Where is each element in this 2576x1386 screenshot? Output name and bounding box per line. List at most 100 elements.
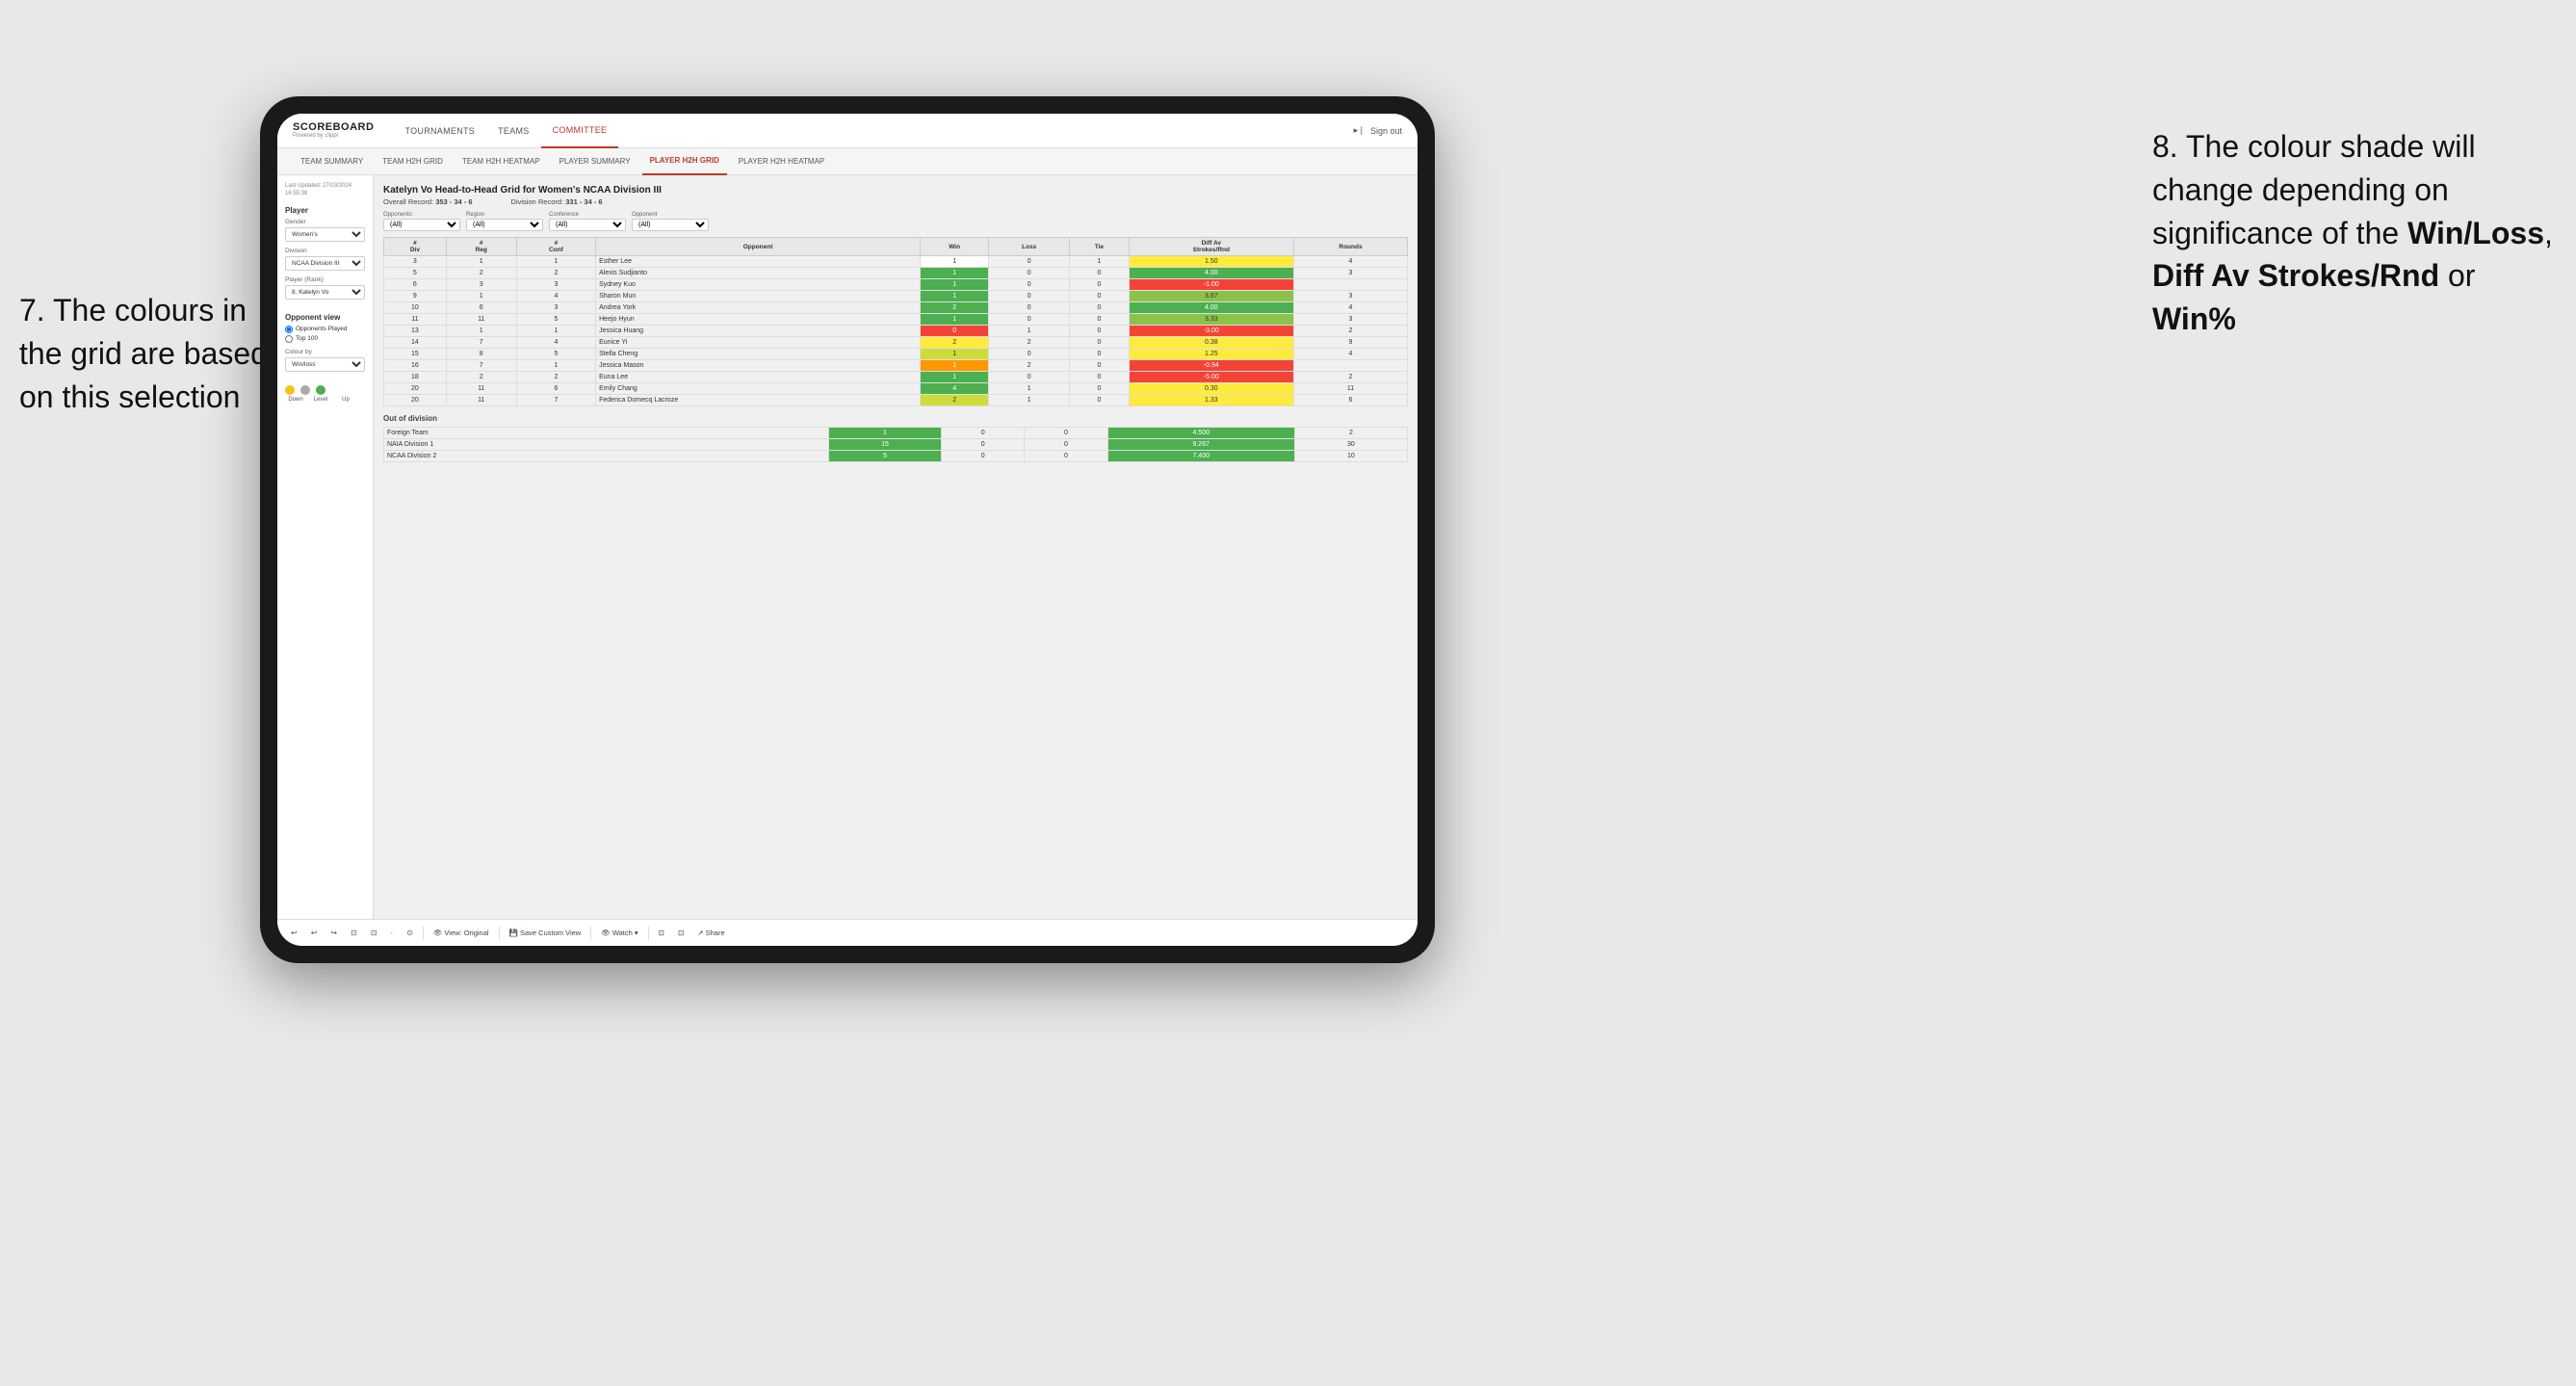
cell-opponent: Andrea York xyxy=(596,302,921,314)
sub-nav-team-h2h-heatmap[interactable]: TEAM H2H HEATMAP xyxy=(455,148,548,175)
cell-loss: 2 xyxy=(989,360,1070,372)
cell-conf: 5 xyxy=(516,349,595,360)
col-header-rounds: Rounds xyxy=(1293,238,1407,256)
sidebar-player-rank-label: Player (Rank) xyxy=(285,276,365,283)
col-header-reg: #Reg xyxy=(446,238,516,256)
cell-tie: 0 xyxy=(1070,395,1130,406)
radio-opponents-played[interactable]: Opponents Played xyxy=(285,326,365,333)
cell-diff: 1.25 xyxy=(1129,349,1293,360)
cell-loss: 0 xyxy=(989,302,1070,314)
sign-out-link[interactable]: Sign out xyxy=(1370,126,1402,136)
ood-cell-loss: 0 xyxy=(942,439,1025,451)
toolbar-btn3[interactable]: · xyxy=(387,927,398,939)
cell-tie: 0 xyxy=(1070,360,1130,372)
ood-cell-win: 15 xyxy=(828,439,941,451)
sidebar-player-title: Player xyxy=(285,206,365,215)
content-area: Katelyn Vo Head-to-Head Grid for Women's… xyxy=(374,175,1418,919)
ood-cell-diff: 4.500 xyxy=(1107,428,1294,439)
sidebar-player-rank-select[interactable]: 8. Katelyn Vo xyxy=(285,285,365,300)
cell-conf: 5 xyxy=(516,314,595,326)
main-content: Last Updated: 27/03/2024 16:55:38 Player… xyxy=(277,175,1418,919)
cell-div: 5 xyxy=(384,268,447,279)
cell-reg: 11 xyxy=(446,395,516,406)
cell-opponent: Emily Chang xyxy=(596,383,921,395)
filter-row: Opponents: (All) Region (All) Conference xyxy=(383,212,1408,231)
sidebar-colour-by-select[interactable]: Win/loss Diff Av Strokes/Rnd Win% xyxy=(285,357,365,372)
sub-nav-player-h2h-heatmap[interactable]: PLAYER H2H HEATMAP xyxy=(731,148,833,175)
colour-legend: Down Level Up xyxy=(285,385,365,403)
cell-opponent: Alexis Sudjianto xyxy=(596,268,921,279)
cell-loss: 0 xyxy=(989,372,1070,383)
table-row: 3 1 1 Esther Lee 1 0 1 1.50 4 xyxy=(384,256,1408,268)
radio-top100[interactable]: Top 100 xyxy=(285,335,365,343)
toolbar-watch[interactable]: 👁 Watch ▾ xyxy=(597,927,641,939)
toolbar-divider3 xyxy=(590,927,591,940)
cell-diff: -5.00 xyxy=(1129,372,1293,383)
cell-conf: 2 xyxy=(516,268,595,279)
bottom-toolbar: ↩ ↩ ↪ ⊡ ⊡ · ⊙ 👁 View: Original 💾 Save Cu… xyxy=(277,919,1418,946)
sub-nav-player-summary[interactable]: PLAYER SUMMARY xyxy=(552,148,638,175)
cell-tie: 0 xyxy=(1070,337,1130,349)
ood-cell-diff: 9.267 xyxy=(1107,439,1294,451)
cell-div: 11 xyxy=(384,314,447,326)
col-header-conf: #Conf xyxy=(516,238,595,256)
sidebar-gender-select[interactable]: Women's Men's xyxy=(285,227,365,242)
nav-teams[interactable]: TEAMS xyxy=(486,114,541,148)
table-row: 6 3 3 Sydney Kuo 1 0 0 -1.00 xyxy=(384,279,1408,291)
cell-win: 2 xyxy=(921,302,989,314)
table-row: 13 1 1 Jessica Huang 0 1 0 -3.00 2 xyxy=(384,326,1408,337)
cell-conf: 2 xyxy=(516,372,595,383)
cell-div: 9 xyxy=(384,291,447,302)
cell-win: 1 xyxy=(921,372,989,383)
toolbar-undo2[interactable]: ↩ xyxy=(307,927,322,939)
radio-opponents-played-input[interactable] xyxy=(285,326,293,333)
nav-right: ▸ | Sign out xyxy=(1354,125,1402,136)
cell-opponent: Federica Domecq Lacroze xyxy=(596,395,921,406)
cell-diff: 4.00 xyxy=(1129,302,1293,314)
cell-loss: 1 xyxy=(989,326,1070,337)
filter-conference-select[interactable]: (All) xyxy=(549,219,626,231)
toolbar-btn-extra2[interactable]: ⊡ xyxy=(674,927,688,939)
cell-loss: 1 xyxy=(989,395,1070,406)
nav-tournaments[interactable]: TOURNAMENTS xyxy=(393,114,486,148)
filter-opponents-select[interactable]: (All) xyxy=(383,219,460,231)
nav-items: TOURNAMENTS TEAMS COMMITTEE xyxy=(393,114,1353,148)
main-data-table: #Div #Reg #Conf Opponent Win Loss Tie Di… xyxy=(383,237,1408,406)
sub-navbar: TEAM SUMMARY TEAM H2H GRID TEAM H2H HEAT… xyxy=(277,148,1418,175)
cell-loss: 0 xyxy=(989,279,1070,291)
filter-region-select[interactable]: (All) xyxy=(466,219,543,231)
filter-opponent-select[interactable]: (All) xyxy=(632,219,709,231)
nav-committee[interactable]: COMMITTEE xyxy=(541,114,619,148)
toolbar-btn-extra1[interactable]: ⊡ xyxy=(655,927,668,939)
cell-rounds: 6 xyxy=(1293,395,1407,406)
cell-tie: 0 xyxy=(1070,279,1130,291)
toolbar-divider2 xyxy=(499,927,500,940)
toolbar-redo[interactable]: ↪ xyxy=(326,927,341,939)
cell-win: 1 xyxy=(921,256,989,268)
toolbar-refresh[interactable]: ⊙ xyxy=(403,927,417,939)
cell-conf: 4 xyxy=(516,291,595,302)
cell-div: 6 xyxy=(384,279,447,291)
toolbar-save-custom[interactable]: 💾 Save Custom View xyxy=(506,927,585,939)
cell-conf: 1 xyxy=(516,360,595,372)
cell-conf: 1 xyxy=(516,256,595,268)
sidebar-division-select[interactable]: NCAA Division III xyxy=(285,256,365,271)
toolbar-share[interactable]: ↗ Share xyxy=(693,927,728,939)
col-header-opponent: Opponent xyxy=(596,238,921,256)
ood-cell-tie: 0 xyxy=(1025,439,1107,451)
grid-title: Katelyn Vo Head-to-Head Grid for Women's… xyxy=(383,185,1408,196)
toolbar-view-original[interactable]: 👁 View: Original xyxy=(429,927,493,939)
toolbar-undo[interactable]: ↩ xyxy=(287,927,301,939)
radio-top100-input[interactable] xyxy=(285,335,293,343)
cell-reg: 7 xyxy=(446,360,516,372)
sub-nav-team-h2h-grid[interactable]: TEAM H2H GRID xyxy=(375,148,451,175)
toolbar-btn1[interactable]: ⊡ xyxy=(347,927,361,939)
sub-nav-player-h2h-grid[interactable]: PLAYER H2H GRID xyxy=(642,148,727,175)
cell-diff: -3.00 xyxy=(1129,326,1293,337)
sub-nav-team-summary[interactable]: TEAM SUMMARY xyxy=(293,148,371,175)
toolbar-btn2[interactable]: ⊡ xyxy=(367,927,381,939)
cell-tie: 0 xyxy=(1070,372,1130,383)
cell-reg: 11 xyxy=(446,383,516,395)
cell-rounds: 2 xyxy=(1293,326,1407,337)
logo-main: SCOREBOARD xyxy=(293,122,374,133)
